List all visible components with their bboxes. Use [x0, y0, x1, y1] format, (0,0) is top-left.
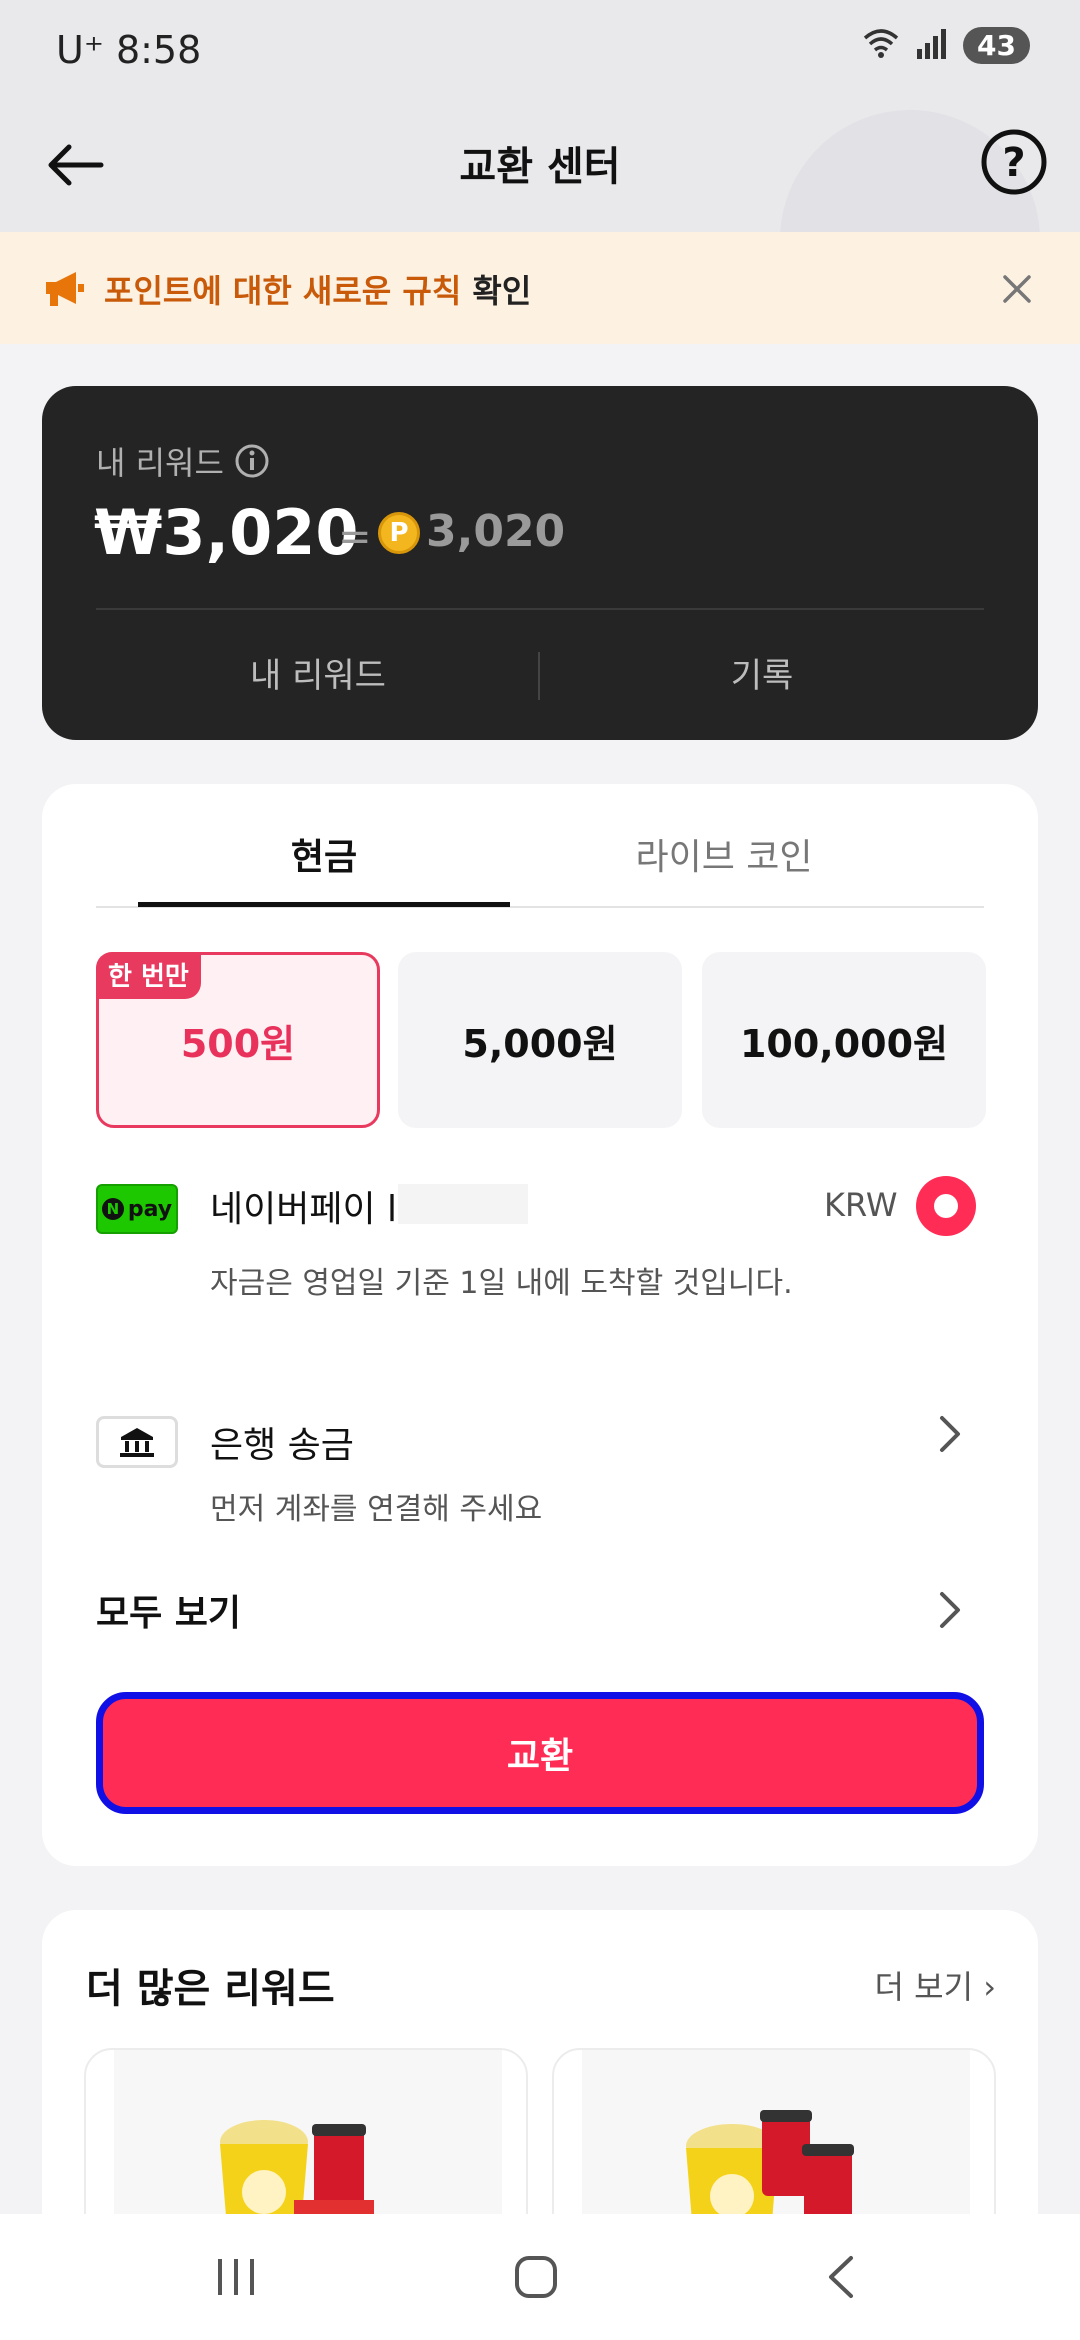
radio-selected-dot [934, 1194, 958, 1218]
exchange-button[interactable]: 교환 [96, 1692, 984, 1814]
header: 교환 센터 ? [0, 100, 1080, 232]
system-back-button[interactable] [780, 2244, 900, 2310]
notice-text: 포인트에 대한 새로운 규칙 확인 [104, 266, 531, 312]
naver-pay-description: 자금은 영업일 기준 1일 내에 도착할 것입니다. [210, 1266, 793, 1301]
bank-transfer-description: 먼저 계좌를 연결해 주세요 [210, 1492, 543, 1527]
wifi-icon [861, 26, 901, 64]
amount-option-5000[interactable]: 5,000원 [398, 952, 682, 1128]
amount-option-100000[interactable]: 100,000원 [702, 952, 986, 1128]
point-coin-icon: P [378, 512, 420, 554]
naver-pay-wordmark: pay [127, 1196, 173, 1222]
tab-live-coin[interactable]: 라이브 코인 [538, 828, 910, 880]
svg-text:?: ? [1002, 140, 1025, 186]
currency-label: KRW [824, 1186, 898, 1224]
help-button[interactable]: ? [978, 126, 1050, 198]
tab-cash[interactable]: 현금 [138, 828, 510, 880]
naver-pay-radio[interactable] [916, 1176, 976, 1236]
naver-pay-logo: N pay [96, 1184, 178, 1234]
status-icons: 43 [861, 26, 1030, 64]
chevron-right-icon[interactable] [938, 1590, 962, 1634]
page-title: 교환 센터 [459, 144, 621, 190]
recent-apps-icon [218, 2259, 254, 2295]
notice-banner[interactable]: 포인트에 대한 새로운 규칙 확인 [0, 232, 1080, 344]
recent-apps-button[interactable] [176, 2244, 296, 2310]
naver-pay-name[interactable]: 네이버페이 l [210, 1180, 397, 1232]
carrier-time: U⁺ 8:58 [56, 28, 202, 72]
reward-label: 내 리워드 [96, 444, 224, 482]
equals-sign: = [338, 514, 372, 560]
divider [96, 608, 984, 610]
my-reward-tab[interactable]: 내 리워드 [96, 648, 540, 697]
chevron-right-icon[interactable] [938, 1414, 962, 1458]
megaphone-icon [42, 268, 86, 312]
notice-message: 포인트에 대한 새로운 규칙 [104, 272, 462, 310]
close-icon [1003, 275, 1031, 303]
status-bar: U⁺ 8:58 43 [0, 0, 1080, 100]
bank-icon [96, 1416, 178, 1468]
naver-pay-n-mark: N [101, 1198, 124, 1220]
see-all-methods[interactable]: 모두 보기 [96, 1584, 241, 1636]
signal-icon [915, 27, 949, 63]
bank-transfer-name[interactable]: 은행 송금 [210, 1416, 354, 1468]
notice-confirm-link[interactable]: 확인 [472, 272, 531, 310]
reward-label-row: 내 리워드 [96, 438, 270, 484]
notice-close-button[interactable] [990, 262, 1044, 316]
point-balance: 3,020 [426, 506, 566, 557]
active-tab-indicator [138, 902, 510, 907]
home-button[interactable] [476, 2244, 596, 2310]
battery-icon: 43 [963, 26, 1030, 64]
home-icon [515, 2256, 557, 2298]
reward-card: 내 리워드 ₩3,020 = P 3,020 내 리워드 기록 [42, 386, 1038, 740]
history-tab[interactable]: 기록 [540, 648, 984, 697]
info-icon[interactable] [234, 443, 270, 479]
exchange-panel: 현금 라이브 코인 500원 한 번만 5,000원 100,000원 N pa… [42, 784, 1038, 1866]
chevron-left-icon [829, 2256, 853, 2298]
masked-account [398, 1184, 528, 1224]
system-nav-bar [0, 2214, 1080, 2340]
reward-amount: ₩3,020 [94, 496, 359, 569]
more-rewards-title: 더 많은 리워드 [86, 1966, 335, 2012]
help-circle-icon: ? [981, 129, 1047, 195]
once-only-badge: 한 번만 [96, 952, 201, 999]
more-rewards-link[interactable]: 더 보기 › [875, 1962, 996, 2008]
